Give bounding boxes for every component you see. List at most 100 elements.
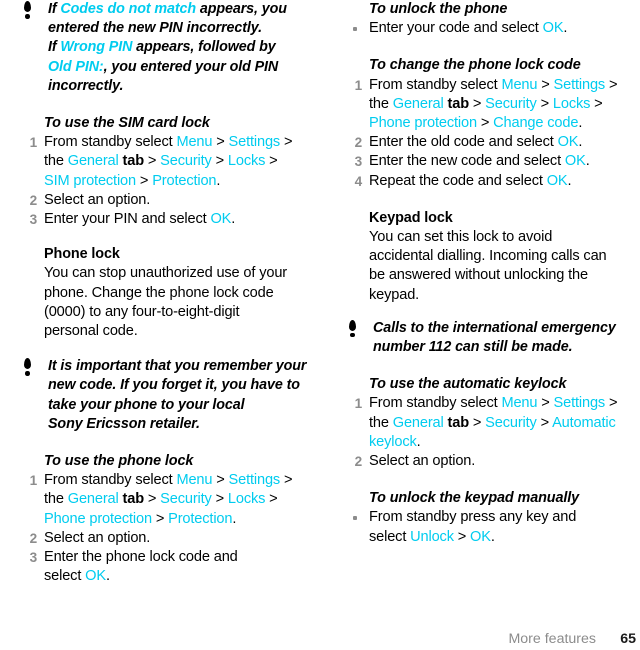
text-token: number 112 can still be made. xyxy=(373,339,573,356)
text-line: Enter your PIN and select OK. xyxy=(44,211,235,227)
text-token: > xyxy=(537,395,554,412)
step-number: 1 xyxy=(29,135,38,151)
text-line: personal code. xyxy=(44,323,138,340)
emphasis-token: tab xyxy=(118,491,145,508)
text-line: You can stop unauthorized use of your xyxy=(44,265,287,282)
heading-to-use-the-automatic-keylock: To use the automatic keylock xyxy=(369,376,567,393)
text-token: > xyxy=(280,134,293,151)
text-line: Old PIN:, you entered your old PIN xyxy=(48,59,278,75)
step-text: Enter the new code and select OK. xyxy=(369,153,590,169)
text-token: > xyxy=(590,95,603,112)
step-item: 3 Enter the new code and select OK. xyxy=(347,152,640,171)
heading-to-unlock-the-phone: To unlock the phone xyxy=(369,1,508,17)
section-automatic-keylock: To use the automatic keylock 1 From stand… xyxy=(347,375,640,471)
text-token: select xyxy=(369,528,411,545)
manual-page: If Codes do not match appears, you entere… xyxy=(0,0,640,650)
text-line: be answered without unlocking the xyxy=(369,267,588,284)
text-line: If Wrong PIN appears, followed by xyxy=(48,39,276,55)
bullet-marker-icon xyxy=(353,516,357,521)
steps-use-phone-lock: 1 From standby select Menu > Settings > th… xyxy=(22,471,317,586)
text-token: > xyxy=(605,395,618,412)
menu-path-token: Protection xyxy=(168,510,233,527)
menu-path-token: General xyxy=(67,491,119,508)
text-line: select OK. xyxy=(44,568,110,584)
text-token: . xyxy=(416,433,421,450)
footer-page-number: 65 xyxy=(620,631,636,647)
text-line: Enter the new code and select OK. xyxy=(369,153,590,169)
step-text: From standby select Menu > Settings > the… xyxy=(44,472,293,527)
menu-path-token: Phone protection xyxy=(44,510,152,527)
section-use-phone-lock: To use the phone lock 1 From standby sele… xyxy=(22,452,317,586)
text-token: > xyxy=(136,172,153,189)
text-line: From standby select Menu > Settings > xyxy=(44,134,293,151)
text-line: From standby select Menu > Settings > xyxy=(44,472,293,489)
section-unlock-phone: To unlock the phone Enter your code and … xyxy=(347,0,640,38)
bullet-text: Enter your code and select OK. xyxy=(369,20,567,36)
step-number: 1 xyxy=(354,396,363,412)
text-line: phone. Change the phone lock code xyxy=(44,284,274,301)
menu-path-token: Settings xyxy=(228,472,281,489)
step-text: From standby select Menu > Settings > the… xyxy=(369,395,618,450)
step-item: 1 From standby select Menu > Settings > th… xyxy=(347,394,640,452)
text-token: the xyxy=(44,491,68,508)
step-item: 2 Select an option. xyxy=(22,191,317,210)
step-text: Enter the phone lock code and select OK. xyxy=(44,549,238,584)
text-token: the xyxy=(369,95,393,112)
menu-path-token: Wrong PIN xyxy=(60,39,133,56)
text-line: keylock. xyxy=(369,434,421,450)
step-number: 4 xyxy=(354,173,363,189)
text-token: From standby select xyxy=(369,76,502,93)
menu-path-token: OK xyxy=(85,568,106,585)
text-line: Repeat the code and select OK. xyxy=(369,173,572,189)
text-line: Phone protection > Change code. xyxy=(369,115,582,131)
text-token: appears, followed by xyxy=(132,39,276,56)
text-token: > xyxy=(453,528,471,545)
step-item: 4 Repeat the code and select OK. xyxy=(347,172,640,191)
step-number: 2 xyxy=(354,135,363,151)
text-token: > xyxy=(476,115,494,132)
text-line: Calls to the international emergency xyxy=(373,320,616,336)
menu-path-token: Protection xyxy=(152,172,217,189)
step-text: Repeat the code and select OK. xyxy=(369,173,572,189)
bullet-item: Enter your code and select OK. xyxy=(347,19,640,38)
text-token: > xyxy=(265,491,278,508)
text-token: From standby select xyxy=(369,395,502,412)
exclamation-note-icon xyxy=(22,358,33,376)
text-line: the General tab > Security > Locks > xyxy=(44,153,278,169)
text-token: new code. If you forget it, you have to xyxy=(48,377,300,394)
text-token: . xyxy=(232,510,237,527)
text-token: entered the new PIN incorrectly. xyxy=(48,20,262,37)
page-footer: More features 65 xyxy=(0,630,640,650)
keypad-lock-body: You can set this lock to avoid accidental… xyxy=(347,228,640,305)
bullet-marker-icon xyxy=(353,27,357,32)
text-token: > xyxy=(280,472,293,489)
note-emergency-number-112: Calls to the international emergency numb… xyxy=(347,319,640,357)
heading-keypad-lock: Keypad lock xyxy=(369,209,453,226)
section-change-phone-lock-code: To change the phone lock code 1 From stan… xyxy=(347,56,640,190)
text-token: > xyxy=(211,153,228,170)
text-line: select Unlock > OK. xyxy=(369,529,495,545)
text-token: . xyxy=(578,134,583,151)
menu-path-token: Locks xyxy=(227,491,266,508)
text-token: . xyxy=(563,20,568,37)
text-token: > xyxy=(212,134,229,151)
step-text: Enter your PIN and select OK. xyxy=(44,211,235,227)
bullets-unlock-phone: Enter your code and select OK. xyxy=(347,19,640,38)
step-text: Select an option. xyxy=(44,530,150,546)
step-item: 3 Enter your PIN and select OK. xyxy=(22,210,317,229)
text-token: . xyxy=(105,568,110,585)
menu-path-token: OK xyxy=(564,153,586,170)
text-line: take your phone to your local xyxy=(48,397,245,413)
menu-path-token: OK xyxy=(557,134,579,151)
menu-path-token: Security xyxy=(160,491,212,508)
text-token: Select an option. xyxy=(44,529,151,546)
menu-path-token: Change code xyxy=(493,115,579,132)
text-token: Enter your PIN and select xyxy=(44,211,211,228)
text-line: Enter the phone lock code and xyxy=(44,549,238,565)
text-token: > xyxy=(143,491,161,508)
note-text: If Codes do not match appears, you entere… xyxy=(48,0,317,96)
steps-sim-card-lock: 1 From standby select Menu > Settings > th… xyxy=(22,133,317,229)
text-token: > xyxy=(536,95,553,112)
note-remember-new-code: It is important that you remember your ne… xyxy=(22,357,317,434)
step-item: 1 From standby select Menu > Settings > th… xyxy=(347,76,640,134)
